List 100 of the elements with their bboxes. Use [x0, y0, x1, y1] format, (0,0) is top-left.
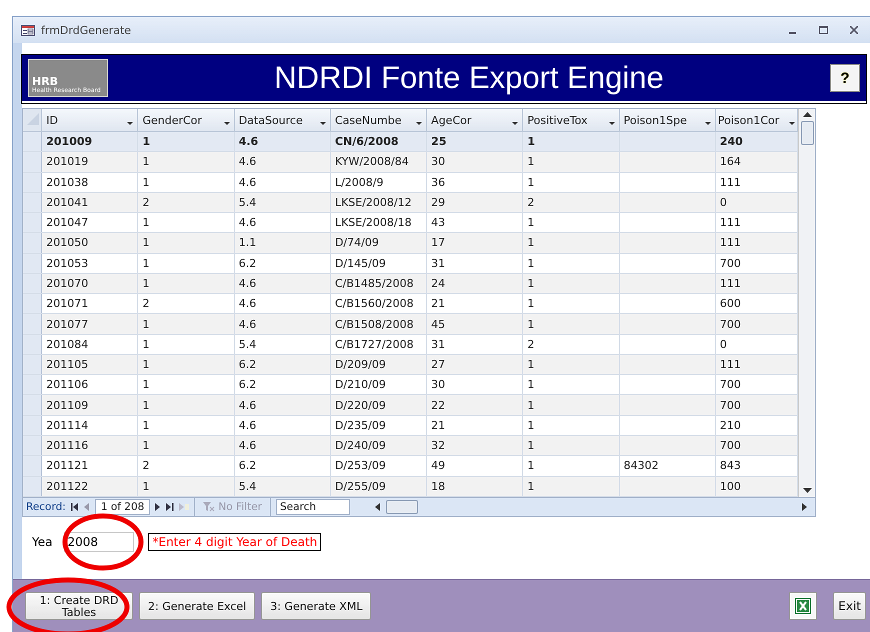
dropdown-arrow-icon[interactable] — [127, 122, 134, 126]
excel-export-button[interactable] — [789, 592, 818, 620]
scroll-up-icon[interactable] — [802, 112, 812, 118]
column-header[interactable]: Poison1Spe — [619, 109, 716, 132]
maximize-icon[interactable] — [819, 26, 828, 34]
exit-button[interactable]: Exit — [833, 592, 866, 620]
table-cell: 1 — [138, 232, 234, 254]
row-selector[interactable] — [23, 476, 42, 496]
row-selector[interactable] — [23, 294, 42, 314]
action-button[interactable]: 1: Create DRD Tables — [25, 592, 133, 620]
table-cell: 24 — [426, 273, 523, 294]
row-selector[interactable] — [23, 456, 42, 476]
dropdown-arrow-icon[interactable] — [608, 122, 615, 126]
dropdown-arrow-icon[interactable] — [320, 122, 326, 126]
row-selector[interactable] — [23, 415, 42, 436]
first-record-icon[interactable] — [70, 503, 79, 511]
row-selector[interactable] — [23, 435, 42, 456]
table-cell: CN/6/2008 — [330, 132, 427, 152]
table-cell: 1 — [138, 394, 234, 416]
table-cell: 4.6 — [234, 273, 330, 294]
row-selector[interactable] — [23, 232, 42, 254]
table-cell: 201009 — [42, 132, 138, 152]
year-label: Yea — [32, 535, 52, 549]
table-cell: 201122 — [42, 476, 138, 496]
table-cell: 1 — [138, 415, 234, 436]
row-selector[interactable] — [23, 132, 42, 152]
table-cell: 5.4 — [234, 334, 330, 354]
row-selector[interactable] — [23, 394, 42, 416]
table-cell: 4.6 — [234, 314, 330, 334]
row-selector[interactable] — [23, 212, 42, 233]
table-cell: 111 — [715, 232, 798, 254]
table-cell: 100 — [715, 476, 798, 496]
dropdown-arrow-icon[interactable] — [416, 122, 422, 126]
table-cell: 32 — [426, 435, 523, 456]
row-selector[interactable] — [23, 374, 42, 395]
year-hint: *Enter 4 digit Year of Death — [148, 533, 322, 551]
scroll-thumb[interactable] — [386, 500, 418, 514]
vertical-scrollbar[interactable] — [798, 109, 815, 497]
filter-icon — [203, 502, 216, 512]
table-cell: 201105 — [42, 354, 138, 375]
scroll-thumb[interactable] — [800, 121, 814, 145]
row-selector[interactable] — [23, 192, 42, 213]
table-cell: 1 — [522, 232, 620, 254]
table-cell: 700 — [715, 435, 798, 456]
table-cell: 5.4 — [234, 476, 330, 496]
last-record-icon[interactable] — [166, 503, 174, 511]
row-selector[interactable] — [23, 253, 42, 274]
table-cell: 1 — [522, 253, 620, 274]
table-cell: 4.6 — [234, 415, 330, 436]
table-cell: 1 — [522, 132, 620, 152]
row-selector[interactable] — [23, 354, 42, 375]
table-cell: 27 — [426, 354, 523, 375]
row-selector[interactable] — [23, 273, 42, 294]
column-header[interactable]: DataSource — [234, 109, 330, 132]
table-cell: 6.2 — [234, 253, 330, 274]
table-cell: 31 — [426, 334, 523, 354]
table-cell: 0 — [715, 192, 798, 213]
row-selector[interactable] — [23, 314, 42, 334]
column-header[interactable]: Poison1Cor — [715, 109, 798, 132]
table-cell: D/145/09 — [330, 253, 427, 274]
table-cell: 111 — [715, 354, 798, 375]
table-cell: 1 — [522, 152, 620, 172]
previous-record-icon[interactable] — [84, 503, 90, 511]
help-button[interactable]: ? — [830, 64, 860, 92]
window-title: frmDrdGenerate — [41, 24, 132, 36]
scroll-left-icon[interactable] — [374, 503, 380, 511]
year-field[interactable]: 2008 — [64, 532, 134, 552]
column-header[interactable]: CaseNumbe — [330, 109, 427, 132]
column-header[interactable]: GenderCor — [138, 109, 234, 132]
dropdown-arrow-icon[interactable] — [789, 122, 795, 126]
column-header[interactable]: PositiveTox — [522, 109, 620, 132]
app-title: NDRDI Fonte Export Engine — [273, 60, 665, 96]
table-cell: 2 — [522, 192, 620, 213]
row-selector[interactable] — [23, 152, 42, 172]
row-selector[interactable] — [23, 172, 42, 192]
table-cell: 4.6 — [234, 394, 330, 416]
table-cell: 201121 — [42, 456, 138, 476]
next-record-icon[interactable] — [155, 503, 162, 511]
table-cell: 1 — [522, 354, 620, 375]
record-position-field[interactable]: 1 of 208 — [94, 499, 150, 515]
table-cell: 1 — [522, 273, 620, 294]
table-cell: 700 — [715, 253, 798, 274]
column-header[interactable]: AgeCor — [426, 109, 523, 132]
dropdown-arrow-icon[interactable] — [704, 122, 711, 126]
column-header[interactable]: ID — [42, 109, 138, 132]
action-button[interactable]: 2: Generate Excel — [139, 592, 256, 620]
search-field[interactable]: Search — [276, 499, 350, 515]
scroll-down-icon[interactable] — [802, 488, 812, 494]
close-icon[interactable] — [850, 26, 858, 34]
new-record-icon[interactable] — [179, 503, 190, 511]
dropdown-arrow-icon[interactable] — [512, 122, 518, 126]
table-cell: 240 — [715, 132, 798, 152]
scroll-right-icon[interactable] — [802, 503, 807, 511]
action-button[interactable]: 3: Generate XML — [261, 592, 372, 620]
record-label: Record: — [26, 501, 66, 513]
table-cell: 36 — [426, 172, 523, 192]
row-selector[interactable] — [23, 334, 42, 354]
table-cell: D/253/09 — [330, 456, 427, 476]
dropdown-arrow-icon[interactable] — [224, 122, 230, 126]
table-cell: 1 — [138, 172, 234, 192]
